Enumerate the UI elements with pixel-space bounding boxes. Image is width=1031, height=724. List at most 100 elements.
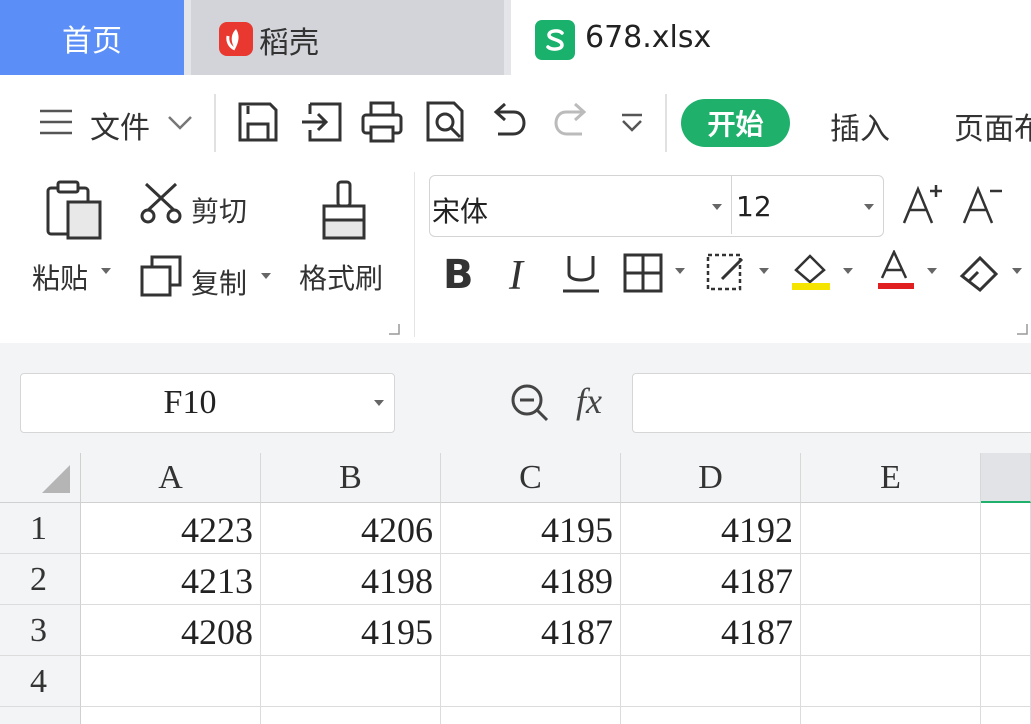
- font-divider: [731, 176, 732, 234]
- cell-e3[interactable]: [801, 605, 981, 656]
- paste-button[interactable]: 粘贴: [32, 257, 88, 297]
- cell-d1[interactable]: 4192: [621, 503, 801, 554]
- decrease-font-icon[interactable]: [962, 183, 1004, 229]
- borders-icon[interactable]: [623, 253, 663, 297]
- toolbar-divider: [214, 94, 216, 152]
- font-launcher-icon[interactable]: [1016, 320, 1028, 339]
- underline-icon[interactable]: [561, 254, 601, 298]
- undo-icon[interactable]: [486, 100, 530, 144]
- format-painter-button[interactable]: 格式刷: [299, 257, 383, 297]
- cell-e4[interactable]: [801, 656, 981, 707]
- print-preview-icon[interactable]: [424, 100, 468, 144]
- row-header[interactable]: 2: [0, 554, 81, 605]
- cell-a2[interactable]: 4213: [81, 554, 261, 605]
- font-size-input[interactable]: 12: [736, 190, 772, 223]
- cut-button[interactable]: 剪切: [191, 190, 247, 230]
- cell-e5[interactable]: [801, 707, 981, 724]
- paste-dropdown-icon[interactable]: [101, 268, 111, 274]
- cell-f5[interactable]: [981, 707, 1031, 724]
- bold-icon[interactable]: B: [443, 252, 474, 298]
- row-header-partial[interactable]: [0, 707, 81, 724]
- cell-a3[interactable]: 4208: [81, 605, 261, 656]
- row-header[interactable]: 4: [0, 656, 81, 707]
- column-header-c[interactable]: C: [441, 453, 621, 503]
- cell-d3[interactable]: 4187: [621, 605, 801, 656]
- column-header-b[interactable]: B: [261, 453, 441, 503]
- menu-icon[interactable]: [38, 107, 74, 141]
- cell-a4[interactable]: [81, 656, 261, 707]
- tab-home[interactable]: 首页: [0, 0, 184, 75]
- tab-daoke[interactable]: 稻壳: [191, 0, 504, 75]
- cell-f2[interactable]: [981, 554, 1031, 605]
- font-color-icon[interactable]: [876, 249, 916, 296]
- cut-icon[interactable]: [140, 182, 182, 228]
- tab-insert[interactable]: 插入: [830, 104, 890, 148]
- tab-file-label: 678.xlsx: [585, 20, 712, 55]
- paste-icon[interactable]: [44, 180, 104, 244]
- cell-c1[interactable]: 4195: [441, 503, 621, 554]
- cell-f3[interactable]: [981, 605, 1031, 656]
- clear-format-icon[interactable]: [958, 252, 1002, 296]
- tab-start[interactable]: 开始: [681, 99, 790, 147]
- cell-b3[interactable]: 4195: [261, 605, 441, 656]
- italic-icon[interactable]: I: [509, 252, 523, 300]
- cell-c4[interactable]: [441, 656, 621, 707]
- column-header-a[interactable]: A: [81, 453, 261, 503]
- font-size-dropdown-icon[interactable]: [864, 204, 874, 210]
- borders-dropdown-icon[interactable]: [675, 268, 685, 274]
- cell-b1[interactable]: 4206: [261, 503, 441, 554]
- file-menu-button[interactable]: 文件: [90, 103, 150, 147]
- cell-a1[interactable]: 4223: [81, 503, 261, 554]
- formula-input[interactable]: [632, 373, 1031, 433]
- ribbon-divider: [414, 172, 415, 337]
- zoom-search-icon[interactable]: [509, 382, 551, 428]
- print-icon[interactable]: [360, 100, 404, 144]
- format-painter-icon[interactable]: [320, 180, 368, 246]
- cell-f1[interactable]: [981, 503, 1031, 554]
- cell-b5[interactable]: [261, 707, 441, 724]
- cell-d2[interactable]: 4187: [621, 554, 801, 605]
- select-all-button[interactable]: [0, 453, 81, 503]
- cell-d4[interactable]: [621, 656, 801, 707]
- font-color-dropdown-icon[interactable]: [927, 268, 937, 274]
- cell-e2[interactable]: [801, 554, 981, 605]
- cell-b2[interactable]: 4198: [261, 554, 441, 605]
- chevron-down-icon[interactable]: [166, 112, 194, 136]
- name-box-dropdown-icon[interactable]: [374, 400, 384, 406]
- redo-icon[interactable]: [550, 100, 594, 144]
- tab-page-layout[interactable]: 页面布: [954, 104, 1031, 148]
- tab-file[interactable]: 678.xlsx: [511, 0, 1031, 75]
- cell-e1[interactable]: [801, 503, 981, 554]
- font-name-input[interactable]: 宋体: [432, 190, 488, 230]
- cell-a5[interactable]: [81, 707, 261, 724]
- increase-font-icon[interactable]: [902, 183, 944, 229]
- copy-icon[interactable]: [140, 255, 182, 301]
- row-header[interactable]: 1: [0, 503, 81, 554]
- export-icon[interactable]: [300, 100, 344, 144]
- cell-b4[interactable]: [261, 656, 441, 707]
- clipboard-launcher-icon[interactable]: [388, 320, 400, 339]
- fill-color-dropdown-icon[interactable]: [843, 268, 853, 274]
- copy-button[interactable]: 复制: [191, 262, 247, 302]
- fx-icon[interactable]: fx: [576, 380, 602, 422]
- tab-daoke-label: 稻壳: [259, 26, 319, 61]
- save-icon[interactable]: [236, 100, 280, 144]
- font-selector: [429, 175, 884, 237]
- tab-home-label: 首页: [62, 23, 122, 59]
- cell-d5[interactable]: [621, 707, 801, 724]
- cell-c5[interactable]: [441, 707, 621, 724]
- clear-format-dropdown-icon[interactable]: [1012, 268, 1022, 274]
- fill-color-icon[interactable]: [790, 250, 834, 296]
- column-header-d[interactable]: D: [621, 453, 801, 503]
- row-header[interactable]: 3: [0, 605, 81, 656]
- cell-f4[interactable]: [981, 656, 1031, 707]
- copy-dropdown-icon[interactable]: [261, 273, 271, 279]
- font-name-dropdown-icon[interactable]: [712, 204, 722, 210]
- column-header-e[interactable]: E: [801, 453, 981, 503]
- cell-c3[interactable]: 4187: [441, 605, 621, 656]
- cell-style-icon[interactable]: [706, 253, 748, 297]
- cell-style-dropdown-icon[interactable]: [759, 268, 769, 274]
- customize-toolbar-icon[interactable]: [618, 112, 646, 138]
- column-header-f[interactable]: [981, 453, 1031, 503]
- cell-c2[interactable]: 4189: [441, 554, 621, 605]
